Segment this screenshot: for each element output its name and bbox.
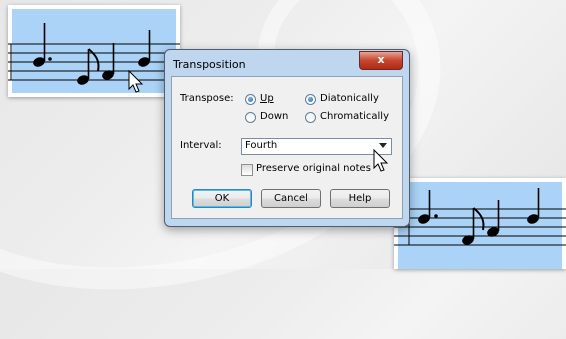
preserve-label[interactable]: Preserve original notes	[256, 163, 371, 174]
radio-chromatically-label[interactable]: Chromatically	[320, 111, 389, 122]
transposed-music-card	[394, 178, 566, 269]
transpose-label: Transpose:	[180, 93, 234, 104]
dialog-body: Transpose: Up Down Diatonically Chromati…	[171, 76, 403, 219]
close-button[interactable]: x	[359, 51, 403, 70]
radio-up-indicator[interactable]	[245, 94, 256, 105]
interval-dropdown[interactable]: Fourth	[241, 138, 392, 155]
interval-label: Interval:	[180, 140, 222, 151]
radio-down-indicator[interactable]	[245, 112, 256, 123]
dialog-title: Transposition	[173, 58, 246, 71]
help-button[interactable]: Help	[330, 189, 390, 208]
transposed-notation	[394, 188, 566, 246]
radio-diatonically-indicator[interactable]	[305, 94, 316, 105]
original-notation	[8, 23, 180, 93]
radio-up-label[interactable]: Up	[260, 93, 274, 104]
radio-chromatically-indicator[interactable]	[305, 112, 316, 123]
cursor-icon	[128, 69, 144, 93]
radio-diatonically-label[interactable]: Diatonically	[320, 93, 379, 104]
transposition-dialog: Transposition x Transpose: Up Down Diato…	[164, 49, 410, 227]
interval-value: Fourth	[245, 140, 278, 151]
close-icon: x	[377, 53, 385, 66]
dialog-titlebar[interactable]: Transposition x	[165, 50, 409, 76]
ok-button[interactable]: OK	[192, 189, 252, 208]
cursor-icon	[373, 149, 389, 172]
cancel-button[interactable]: Cancel	[261, 189, 321, 208]
dropdown-arrow-icon[interactable]	[379, 143, 387, 148]
radio-down-label[interactable]: Down	[260, 111, 288, 122]
preserve-checkbox[interactable]	[241, 164, 253, 176]
original-music-card	[8, 5, 180, 97]
